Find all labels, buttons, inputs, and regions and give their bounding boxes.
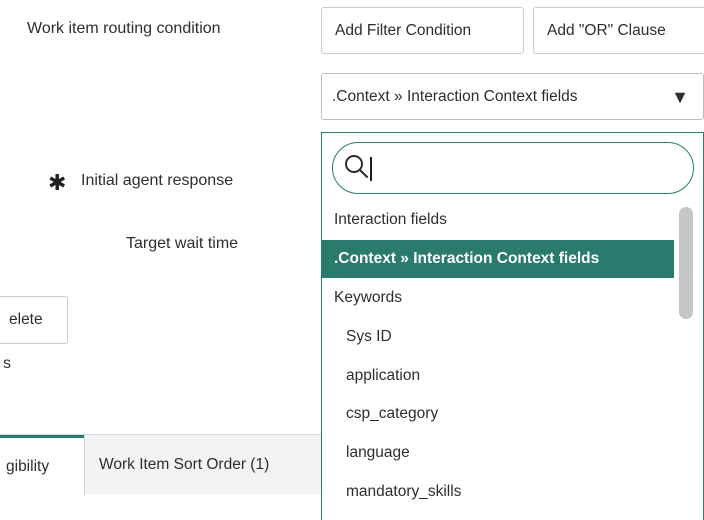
- option-application[interactable]: application: [322, 357, 674, 395]
- tab-eligibility[interactable]: gibility: [0, 435, 84, 495]
- delete-button[interactable]: elete: [0, 296, 68, 344]
- scrollbar-thumb[interactable]: [679, 207, 693, 319]
- option-label: Keywords: [334, 289, 403, 306]
- caret-down-icon: ▼: [671, 87, 689, 107]
- tab-eligibility-label: gibility: [6, 457, 50, 475]
- option-label: language: [346, 444, 410, 461]
- option-label: csp_category: [346, 405, 439, 422]
- field-dropdown: Interaction fields .Context » Interactio…: [321, 132, 704, 520]
- field-select-value: .Context » Interaction Context fields: [332, 87, 578, 105]
- target-wait-time-label: Target wait time: [126, 235, 239, 252]
- option-language[interactable]: language: [322, 434, 674, 472]
- option-context-interaction-context-fields[interactable]: .Context » Interaction Context fields: [322, 240, 674, 278]
- add-filter-condition-button[interactable]: Add Filter Condition: [321, 7, 524, 54]
- dropdown-search-input[interactable]: [373, 151, 673, 185]
- option-label: Interaction fields: [334, 211, 447, 228]
- text-cursor: [370, 157, 372, 181]
- option-interaction-fields[interactable]: Interaction fields: [322, 201, 674, 239]
- tab-work-item-sort-order-label: Work Item Sort Order (1): [99, 456, 270, 473]
- option-label: .Context » Interaction Context fields: [334, 250, 600, 267]
- tab-bar: gibility Work Item Sort Order (1): [0, 434, 321, 495]
- option-keywords[interactable]: Keywords: [322, 279, 674, 317]
- option-sys-id[interactable]: Sys ID: [322, 318, 674, 356]
- tab-work-item-sort-order[interactable]: Work Item Sort Order (1): [85, 435, 321, 495]
- option-mandatory-skills[interactable]: mandatory_skills: [322, 473, 674, 511]
- dropdown-search-field[interactable]: [332, 142, 694, 194]
- search-icon: [345, 155, 368, 178]
- field-select[interactable]: .Context » Interaction Context fields ▼: [321, 73, 704, 120]
- initial-agent-response-label: Initial agent response: [81, 172, 234, 189]
- routing-condition-label: Work item routing condition: [27, 20, 221, 37]
- add-or-clause-button[interactable]: Add "OR" Clause: [533, 7, 704, 54]
- option-label: application: [346, 367, 421, 384]
- option-csp-category[interactable]: csp_category: [322, 395, 674, 433]
- option-label: mandatory_skills: [346, 483, 462, 500]
- option-label: Sys ID: [346, 328, 392, 345]
- clipped-text: s: [3, 355, 11, 372]
- delete-button-label: elete: [9, 311, 43, 328]
- dropdown-scrollbar[interactable]: [679, 203, 693, 520]
- required-marker-icon: ✱: [48, 170, 67, 195]
